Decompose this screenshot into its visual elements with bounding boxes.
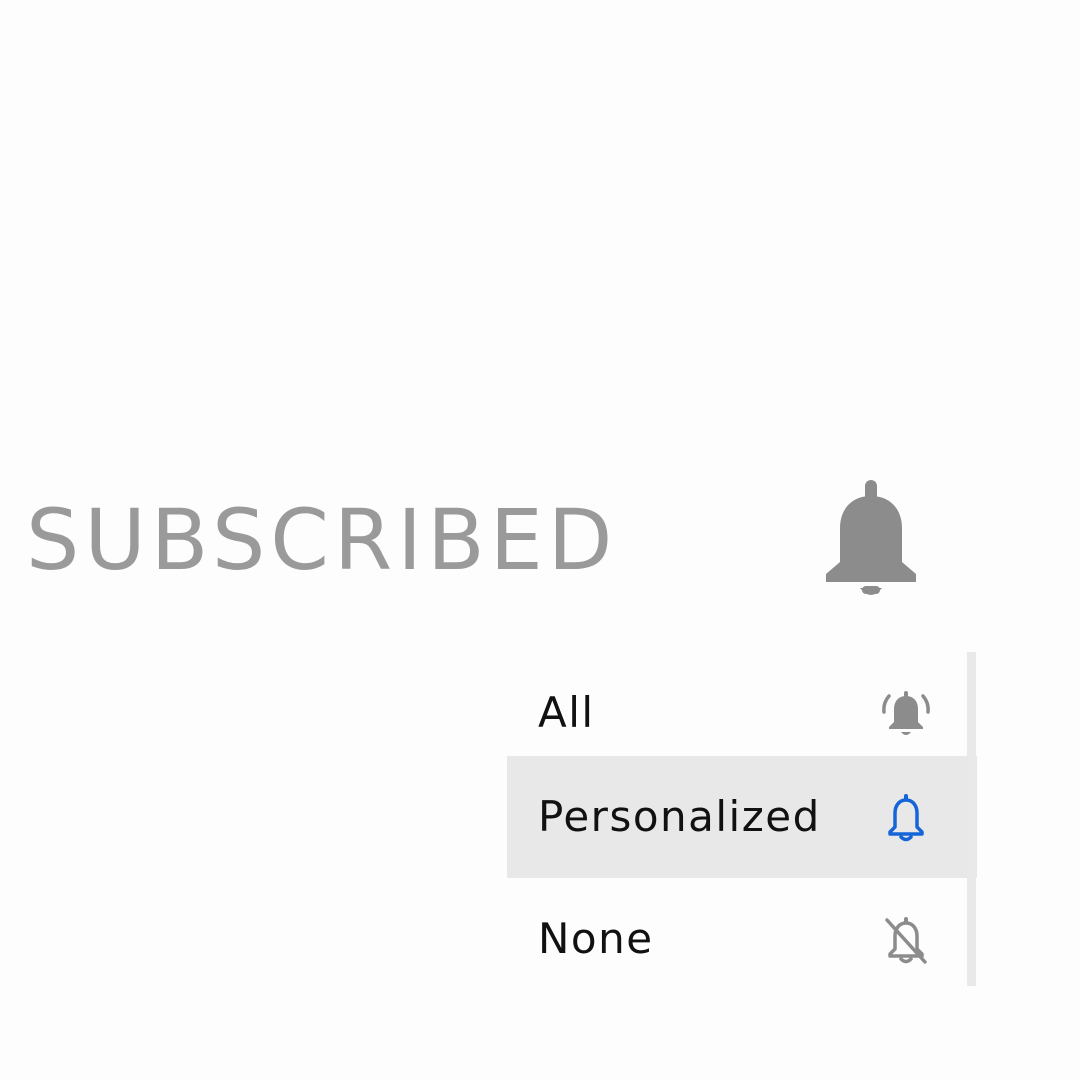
subscribed-status-label: SUBSCRIBED: [26, 491, 618, 589]
menu-item-label: None: [538, 914, 654, 963]
notification-settings-screen: SUBSCRIBED All Personalized None: [0, 0, 1080, 1080]
notification-options-menu: All Personalized None: [507, 652, 977, 986]
menu-item-personalized[interactable]: Personalized: [507, 756, 977, 878]
notification-bell-button[interactable]: [818, 476, 924, 604]
bell-filled-icon: [826, 480, 916, 595]
bell-outline-icon: [879, 792, 933, 846]
menu-scrollbar[interactable]: [967, 652, 976, 986]
bell-off-icon: [879, 914, 933, 968]
menu-item-none[interactable]: None: [507, 878, 967, 1000]
menu-item-label: Personalized: [538, 792, 821, 841]
bell-ringing-icon: [879, 688, 933, 742]
